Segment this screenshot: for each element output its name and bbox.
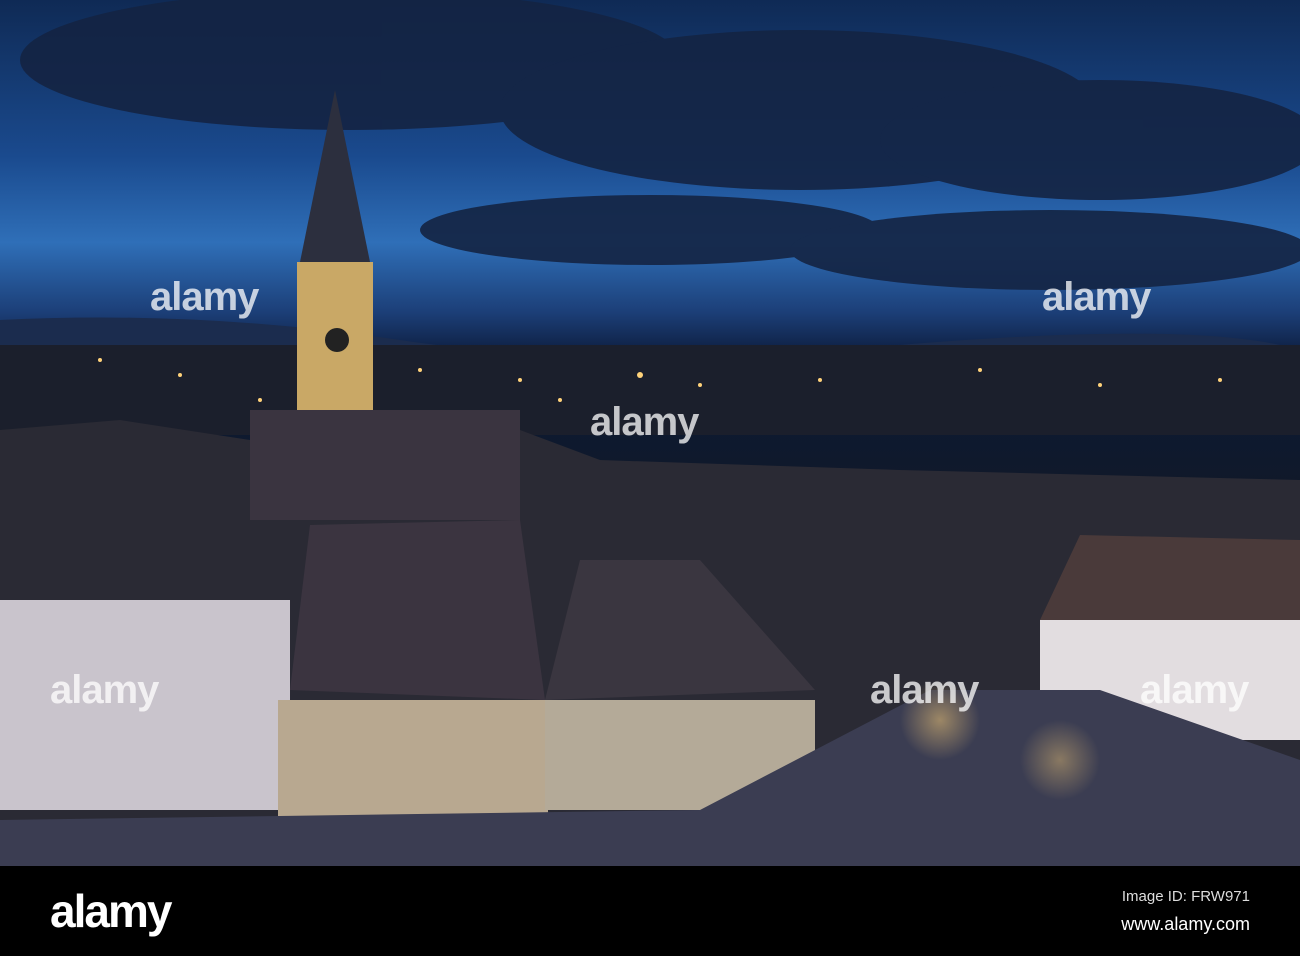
watermark: alamy — [590, 400, 699, 444]
clouds — [20, 0, 1300, 290]
footer-bar: alamy Image ID: FRW971 www.alamy.com — [0, 866, 1300, 956]
site-url: www.alamy.com — [1121, 914, 1250, 934]
photo-sibiu-night-cityscape: alamy alamy alamy alamy alamy alamy — [0, 0, 1300, 866]
watermark: alamy — [150, 275, 259, 319]
watermark: alamy — [50, 668, 159, 712]
image-id: Image ID: FRW971 — [1121, 888, 1250, 905]
church-tower — [250, 90, 520, 520]
alamy-logo: alamy — [50, 885, 172, 937]
building-center — [278, 700, 548, 830]
watermark: alamy — [870, 668, 979, 712]
watermark: alamy — [1042, 275, 1151, 319]
watermark: alamy — [1140, 668, 1249, 712]
